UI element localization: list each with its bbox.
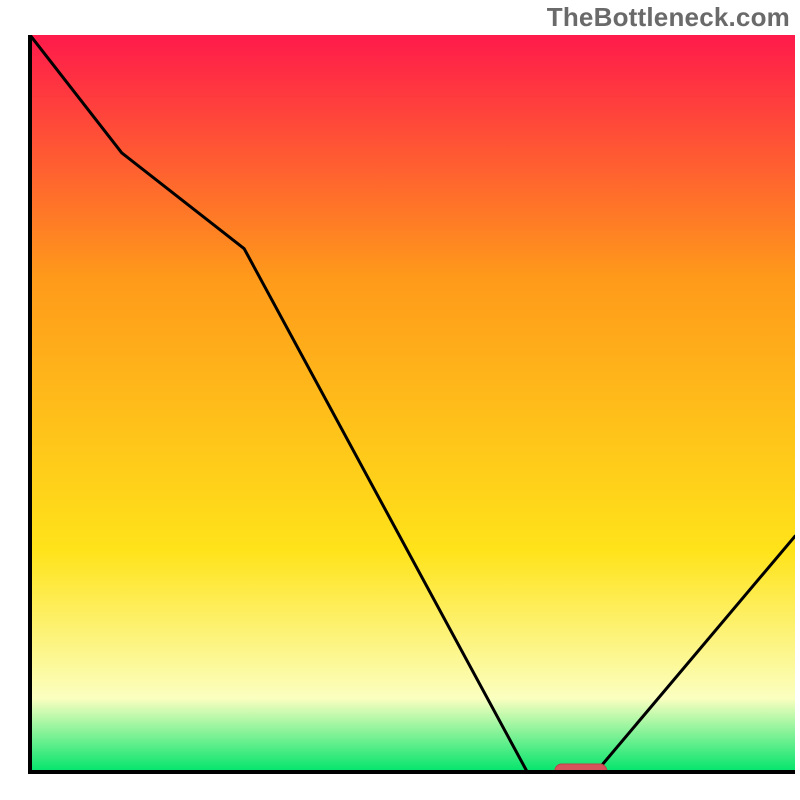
plot-background: [30, 35, 795, 772]
chart-container: TheBottleneck.com: [0, 0, 800, 800]
bottleneck-chart: [0, 0, 800, 800]
